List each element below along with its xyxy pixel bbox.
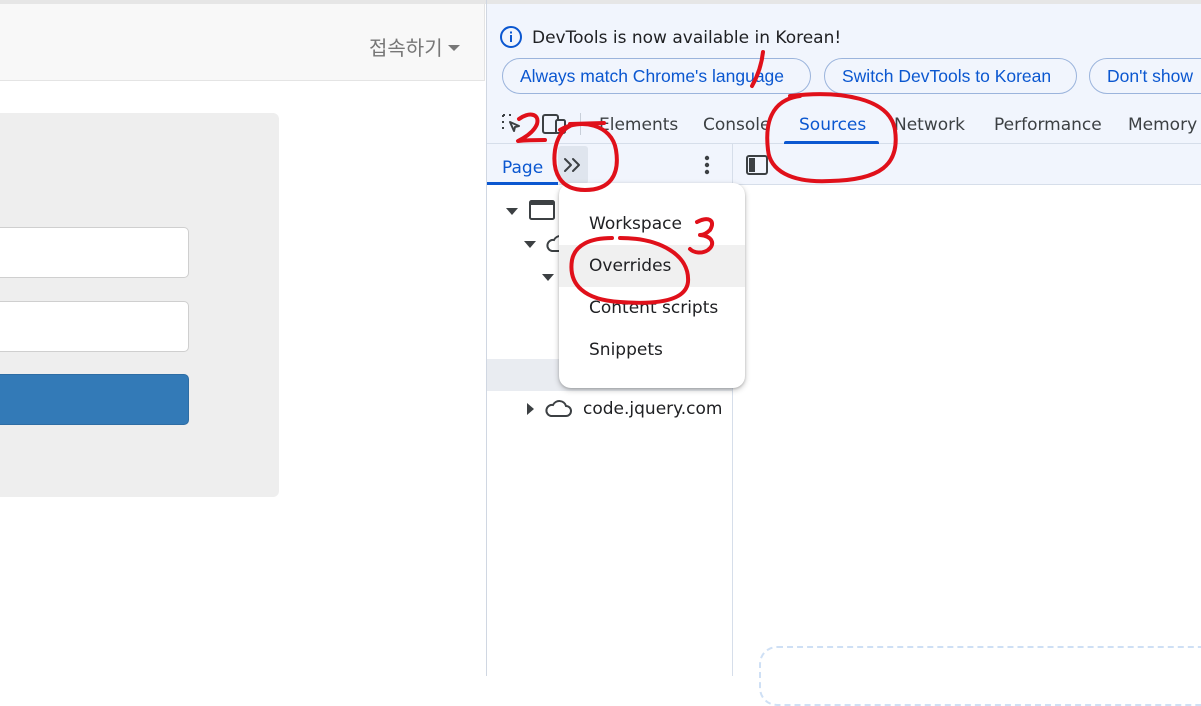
collapse-arrow-icon[interactable] — [527, 403, 534, 415]
tab-console[interactable]: Console — [703, 115, 771, 135]
web-page: 접속하기 — [0, 0, 486, 676]
device-toolbar-icon[interactable] — [542, 113, 566, 135]
dont-show-button[interactable]: Don't show — [1089, 58, 1201, 94]
tab-memory[interactable]: Memory — [1128, 115, 1197, 135]
tree-item-jquery[interactable]: code.jquery.com — [583, 399, 723, 419]
drop-zone — [759, 646, 1201, 706]
menu-item-content-scripts[interactable]: Content scripts — [559, 287, 745, 329]
language-infobar: DevTools is now available in Korean! Alw… — [487, 4, 1201, 103]
always-match-language-button[interactable]: Always match Chrome's language — [502, 58, 811, 94]
tab-elements[interactable]: Elements — [599, 115, 678, 135]
tab-performance[interactable]: Performance — [994, 115, 1102, 135]
password-input[interactable] — [0, 301, 189, 352]
cloud-icon — [545, 400, 572, 417]
caret-down-icon — [447, 44, 460, 51]
navbar: 접속하기 — [0, 4, 485, 81]
devtools-tabbar: Elements Console Sources Network Perform… — [487, 103, 1201, 144]
tab-network[interactable]: Network — [894, 115, 965, 135]
menu-item-workspace[interactable]: Workspace — [559, 203, 745, 245]
toolbar-separator — [580, 113, 581, 135]
more-tabs-button[interactable] — [558, 146, 588, 184]
expand-arrow-icon[interactable] — [506, 208, 518, 215]
login-button[interactable] — [0, 374, 189, 425]
more-tabs-menu: Workspace Overrides Content scripts Snip… — [559, 183, 745, 388]
connect-dropdown[interactable]: 접속하기 — [369, 32, 460, 61]
sources-navigator-tabbar: Page — [487, 144, 1201, 185]
active-subtab-indicator — [487, 182, 558, 185]
infobar-message: DevTools is now available in Korean! — [532, 28, 842, 48]
subtab-page[interactable]: Page — [502, 158, 543, 178]
connect-dropdown-label: 접속하기 — [369, 36, 443, 60]
menu-item-overrides[interactable]: Overrides — [559, 245, 745, 287]
toggle-navigator-icon[interactable] — [745, 153, 769, 177]
expand-arrow-icon[interactable] — [524, 241, 536, 248]
tab-sources[interactable]: Sources — [799, 115, 866, 135]
more-options-icon[interactable] — [703, 154, 711, 176]
double-chevron-right-icon — [564, 158, 580, 172]
devtools-panel: DevTools is now available in Korean! Alw… — [486, 0, 1201, 706]
info-icon — [500, 26, 522, 48]
frame-icon — [529, 200, 555, 220]
menu-item-snippets[interactable]: Snippets — [559, 329, 745, 371]
username-input[interactable] — [0, 227, 189, 278]
expand-arrow-icon[interactable] — [542, 274, 554, 281]
inspect-element-icon[interactable] — [500, 112, 524, 136]
switch-to-korean-button[interactable]: Switch DevTools to Korean — [824, 58, 1077, 94]
